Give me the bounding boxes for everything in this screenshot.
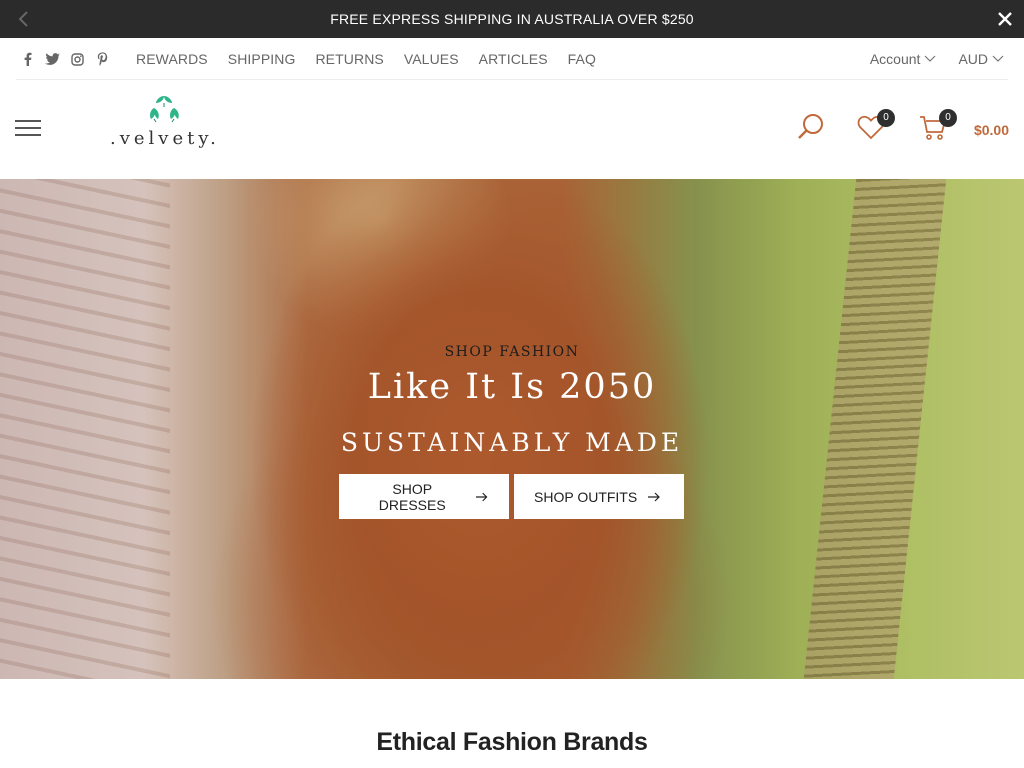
top-link-returns[interactable]: RETURNS [315,51,383,67]
hero-banner: SHOP FASHION Like It Is 2050 SUSTAINABLY… [0,179,1024,679]
header-actions: 0 0 $0.00 [779,109,1009,147]
top-nav-links: REWARDS SHIPPING RETURNS VALUES ARTICLES… [136,51,596,67]
top-link-articles[interactable]: ARTICLES [479,51,548,67]
hero-eyebrow: SHOP FASHION [444,344,580,360]
shop-outfits-button[interactable]: SHOP OUTFITS [514,474,684,519]
currency-label: AUD [958,51,988,67]
chevron-down-icon [992,55,1004,62]
logo-wordmark: .velvety. [110,128,220,149]
hero-subhead: SUSTAINABLY MADE [340,428,684,457]
cart-total[interactable]: $0.00 [974,122,1009,138]
arrow-right-icon [476,492,488,501]
announcement-bar: FREE EXPRESS SHIPPING IN AUSTRALIA OVER … [0,0,1024,38]
hero-cta-group: SHOP DRESSES SHOP OUTFITS [339,474,684,519]
leaf-logo-icon [150,96,179,123]
wishlist-count-badge: 0 [877,109,895,127]
shop-outfits-label: SHOP OUTFITS [534,488,638,505]
shop-dresses-button[interactable]: SHOP DRESSES [339,474,509,519]
chevron-down-icon [925,55,936,62]
cart-count-badge: 0 [939,109,957,127]
account-currency: Account AUD [870,51,1004,67]
cart-button[interactable]: 0 [919,109,957,147]
currency-dropdown[interactable]: AUD [958,51,1004,67]
account-label: Account [869,51,921,67]
site-logo[interactable]: .velvety. [106,94,222,154]
top-link-rewards[interactable]: REWARDS [136,51,208,67]
top-link-faq[interactable]: FAQ [568,51,596,67]
shop-dresses-label: SHOP DRESSES [378,480,446,513]
top-link-values[interactable]: VALUES [404,51,459,67]
facebook-icon[interactable] [20,51,35,67]
twitter-icon[interactable] [45,51,60,67]
close-icon[interactable] [996,10,1014,28]
search-icon[interactable] [796,112,826,147]
social-links [20,51,110,67]
hero-headline: Like It Is 2050 [367,367,657,407]
top-links-bar: REWARDS SHIPPING RETURNS VALUES ARTICLES… [16,38,1008,80]
section-title: Ethical Fashion Brands [376,728,648,756]
instagram-icon[interactable] [70,51,85,67]
arrow-right-icon [648,492,661,501]
account-dropdown[interactable]: Account [870,51,937,67]
site-header: .velvety. 0 0 $0.00 [0,80,1024,179]
announcement-message: FREE EXPRESS SHIPPING IN AUSTRALIA OVER … [330,11,694,27]
wishlist-button[interactable]: 0 [857,109,895,145]
top-link-shipping[interactable]: SHIPPING [228,51,296,67]
pinterest-icon[interactable] [95,51,110,67]
hamburger-menu-icon[interactable] [15,120,41,138]
